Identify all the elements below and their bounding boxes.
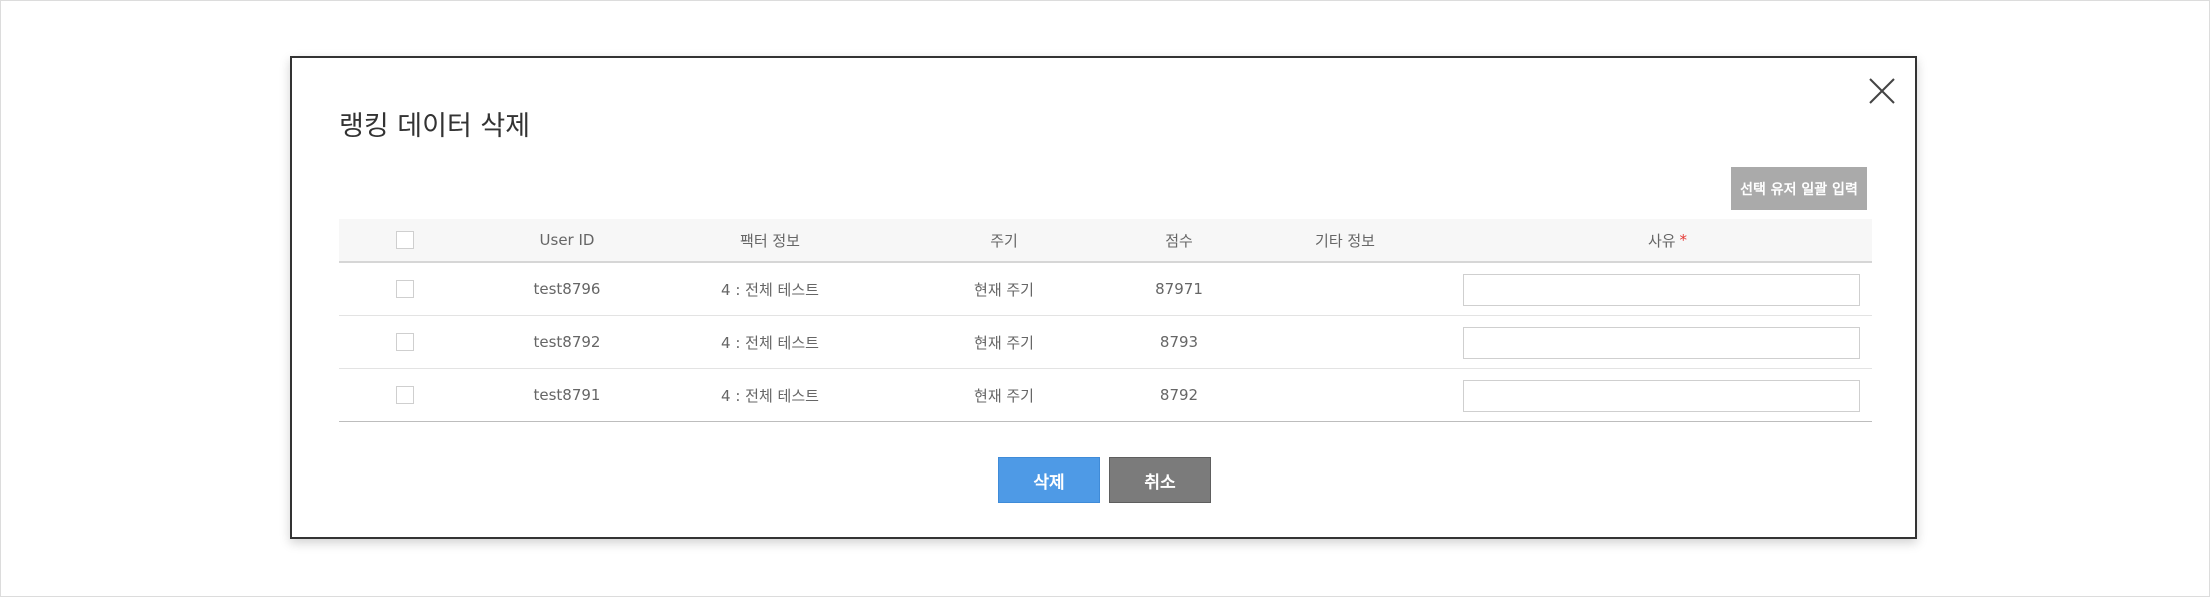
cell-cycle: 현재 주기 (974, 280, 1034, 299)
close-icon[interactable] (1865, 74, 1899, 108)
header-reason: 사유 * (1463, 219, 1872, 261)
cell-score: 8792 (1159, 386, 1199, 404)
table-row: test8791 4 : 전체 테스트 현재 주기 8792 (339, 369, 1872, 421)
bulk-input-button[interactable]: 선택 유저 일괄 입력 (1731, 167, 1867, 210)
required-mark: * (1679, 231, 1688, 249)
header-factor: 팩터 정보 (740, 231, 800, 250)
cell-factor: 4 : 전체 테스트 (721, 280, 819, 299)
select-all-checkbox[interactable] (396, 231, 414, 249)
cell-user-id: test8792 (533, 333, 601, 351)
table-row: test8796 4 : 전체 테스트 현재 주기 87971 (339, 263, 1872, 316)
header-etc: 기타 정보 (1315, 231, 1375, 250)
cell-cycle: 현재 주기 (974, 333, 1034, 352)
row-checkbox[interactable] (396, 280, 414, 298)
cell-etc (1227, 263, 1463, 315)
header-reason-label: 사유 (1647, 231, 1676, 250)
row-checkbox[interactable] (396, 386, 414, 404)
cell-factor: 4 : 전체 테스트 (721, 333, 819, 352)
cell-user-id: test8791 (533, 386, 601, 404)
cell-etc (1227, 369, 1463, 421)
reason-input[interactable] (1463, 380, 1860, 412)
cell-score: 87971 (1155, 280, 1203, 298)
reason-input[interactable] (1463, 327, 1860, 359)
header-cycle: 주기 (990, 231, 1018, 250)
ranking-table: User ID 팩터 정보 주기 점수 기타 정보 사유 * test8796 4… (339, 219, 1872, 422)
cell-user-id: test8796 (533, 280, 601, 298)
modal-title: 랭킹 데이터 삭제 (339, 111, 531, 142)
reason-input[interactable] (1463, 274, 1860, 306)
cancel-button[interactable]: 취소 (1109, 457, 1211, 503)
delete-button[interactable]: 삭제 (998, 457, 1100, 503)
cell-factor: 4 : 전체 테스트 (721, 386, 819, 405)
cell-score: 8793 (1159, 333, 1199, 351)
table-header: User ID 팩터 정보 주기 점수 기타 정보 사유 * (339, 219, 1872, 263)
cell-cycle: 현재 주기 (974, 386, 1034, 405)
header-score: 점수 (1165, 231, 1193, 250)
row-checkbox[interactable] (396, 333, 414, 351)
table-row: test8792 4 : 전체 테스트 현재 주기 8793 (339, 316, 1872, 369)
header-user-id: User ID (539, 231, 595, 249)
cell-etc (1227, 316, 1463, 368)
delete-ranking-modal: 랭킹 데이터 삭제 선택 유저 일괄 입력 User ID 팩터 정보 주기 점… (290, 56, 1917, 539)
